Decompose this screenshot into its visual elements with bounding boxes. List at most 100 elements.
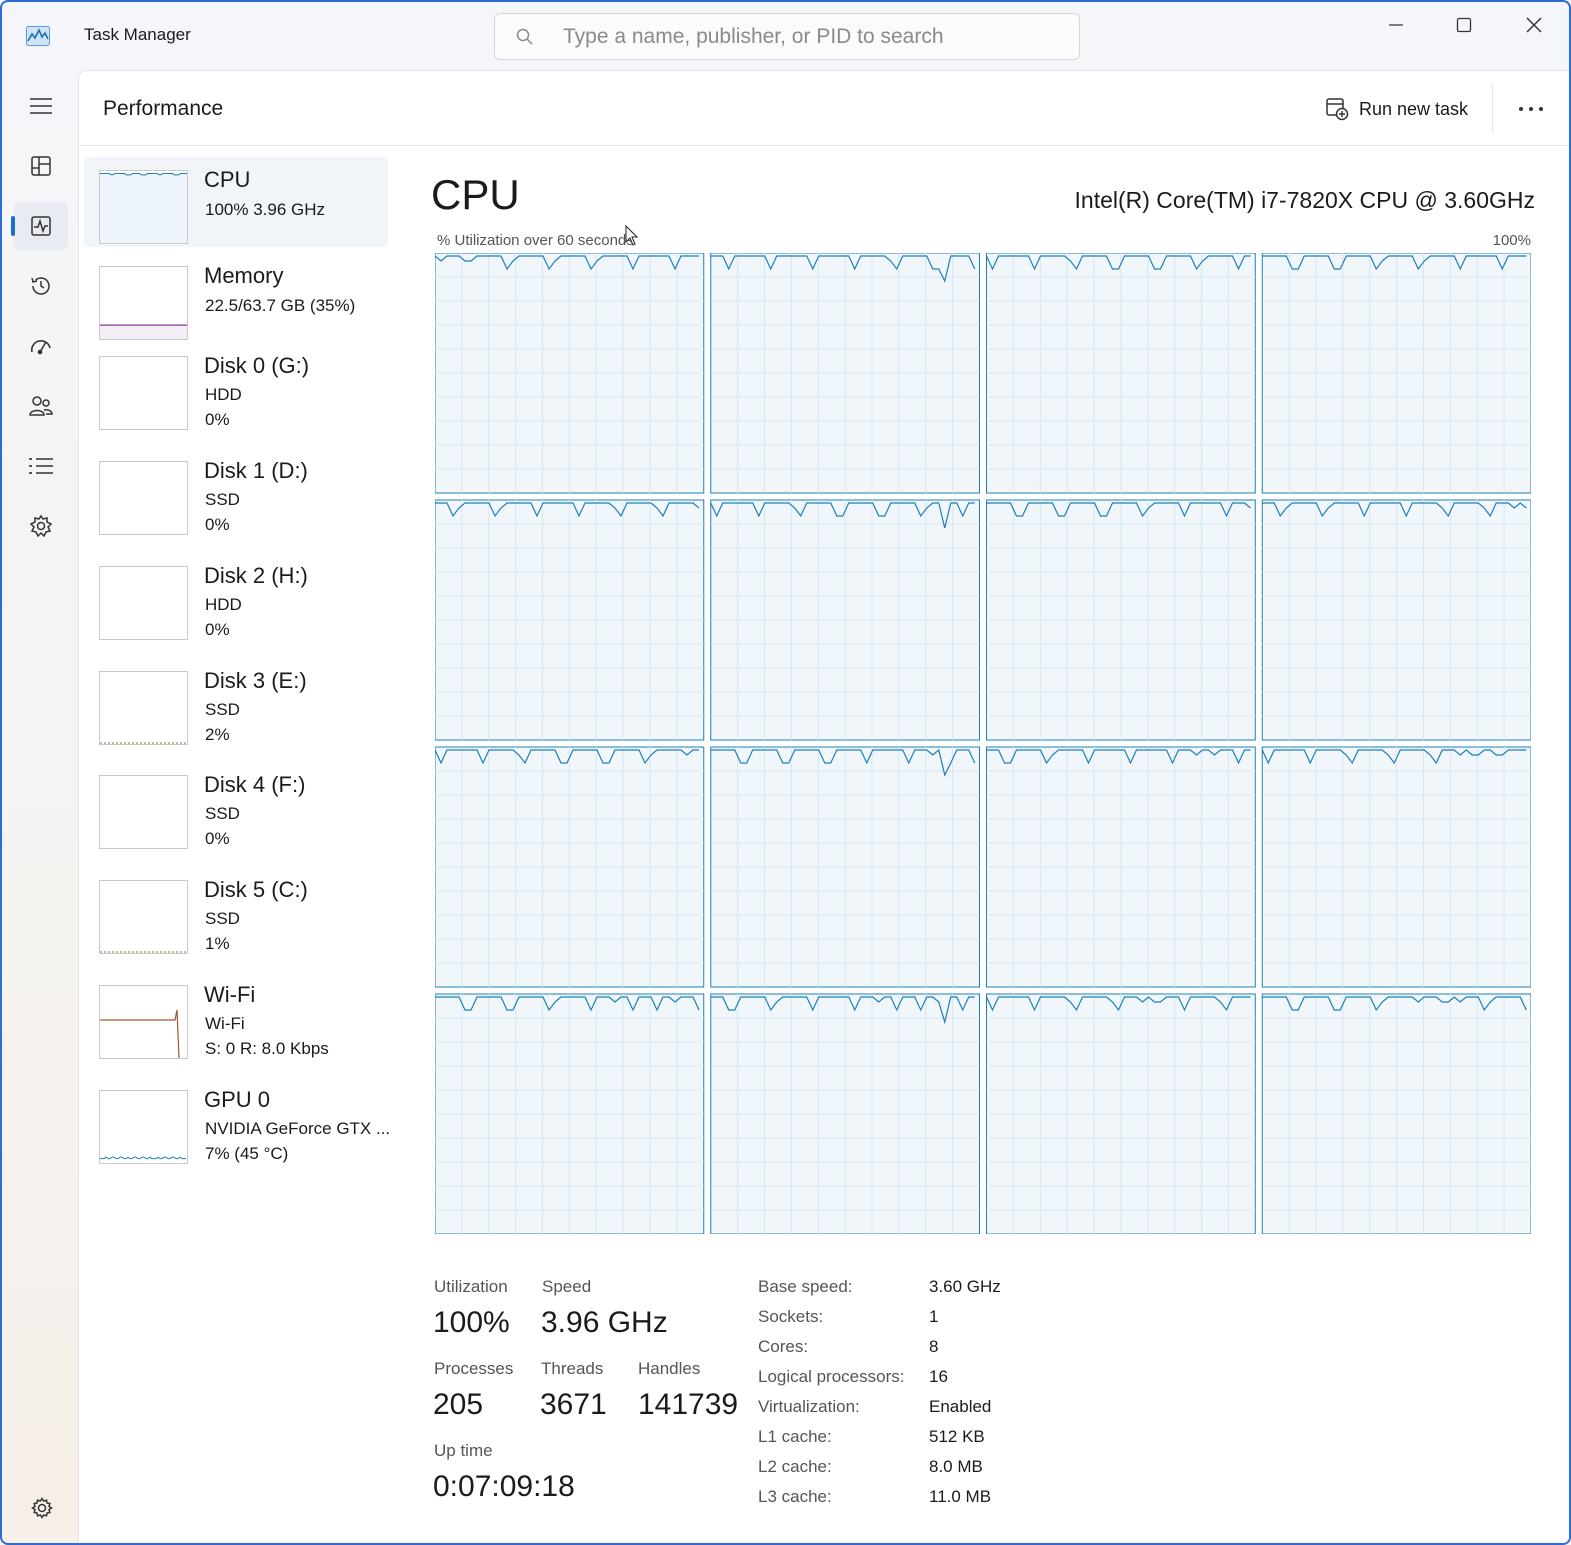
- search-input[interactable]: [563, 22, 1063, 52]
- logical-processor-graphs: [435, 253, 1531, 1234]
- spec-key: L1 cache:: [758, 1427, 832, 1446]
- resource-item[interactable]: Disk 2 (H:) HDD 0%: [84, 555, 388, 645]
- nav-performance[interactable]: [11, 202, 68, 250]
- services-icon: [29, 514, 53, 538]
- resource-item[interactable]: Disk 1 (D:) SSD 0%: [84, 450, 388, 540]
- resource-item[interactable]: Memory 22.5/63.7 GB (35%): [84, 253, 388, 343]
- resource-detail: HDD: [205, 385, 242, 404]
- maximize-button[interactable]: [1430, 2, 1498, 48]
- nav-users[interactable]: [14, 382, 68, 430]
- resource-detail: 22.5/63.7 GB (35%): [205, 296, 356, 315]
- spec-value: 8.0 MB: [929, 1457, 983, 1476]
- processes-label: Processes: [434, 1359, 514, 1378]
- logical-processor-graph: [986, 746, 1256, 988]
- gear-icon: [31, 1497, 53, 1519]
- resource-item[interactable]: CPU 100% 3.96 GHz: [84, 157, 388, 247]
- title-bar[interactable]: Task Manager: [2, 2, 1569, 70]
- logical-processor-graph: [435, 993, 705, 1234]
- minimize-icon: [1389, 24, 1403, 26]
- spec-value: 16: [929, 1367, 948, 1386]
- threads-label: Threads: [541, 1359, 604, 1378]
- resource-detail: Wi-Fi: [205, 1014, 245, 1033]
- run-new-task-button[interactable]: Run new task: [1325, 93, 1468, 125]
- resource-thumbnail-graph: [99, 671, 188, 745]
- resource-item[interactable]: Disk 3 (E:) SSD 2%: [84, 660, 388, 750]
- maximize-icon: [1456, 17, 1472, 33]
- handles-label: Handles: [638, 1359, 701, 1378]
- resource-thumbnail-graph: [99, 356, 188, 430]
- spec-key: Sockets:: [758, 1307, 824, 1326]
- threads-value: 3671: [540, 1388, 607, 1421]
- resource-item[interactable]: GPU 0 NVIDIA GeForce GTX ... 7% (45 °C): [84, 1079, 391, 1169]
- minimize-button[interactable]: [1362, 2, 1430, 48]
- resource-thumbnail-graph: [99, 985, 188, 1059]
- resource-detail: 100% 3.96 GHz: [205, 200, 326, 219]
- resource-detail: SSD: [205, 804, 240, 823]
- resource-detail: SSD: [205, 909, 240, 928]
- logical-processor-graph: [435, 253, 705, 494]
- logical-processor-graph: [710, 993, 980, 1234]
- run-new-task-icon: [1326, 98, 1349, 121]
- details-icon: [29, 458, 53, 474]
- resource-name: CPU: [204, 167, 251, 192]
- settings-button[interactable]: [22, 1488, 62, 1528]
- spec-key: Logical processors:: [758, 1367, 905, 1386]
- logical-processor-graph: [1261, 746, 1531, 988]
- speed-label: Speed: [542, 1277, 592, 1296]
- page-title: Performance: [103, 97, 224, 120]
- resource-item[interactable]: Disk 5 (C:) SSD 1%: [84, 869, 388, 959]
- performance-icon: [31, 216, 51, 236]
- logical-processor-graph: [710, 253, 980, 494]
- spec-value: 3.60 GHz: [929, 1277, 1001, 1296]
- logical-processor-graph: [710, 499, 980, 741]
- logical-processor-graph: [435, 746, 705, 988]
- resource-name: Disk 3 (E:): [204, 668, 307, 693]
- resource-item[interactable]: Disk 4 (F:) SSD 0%: [84, 764, 388, 854]
- nav-startup-apps[interactable]: [14, 322, 68, 370]
- nav-services[interactable]: [14, 502, 68, 550]
- resource-value: 0%: [205, 620, 230, 639]
- nav-processes[interactable]: [14, 142, 68, 190]
- resource-thumbnail-graph: [99, 266, 188, 340]
- logical-processor-graph: [1261, 253, 1531, 494]
- resource-thumbnail-graph: [99, 1090, 188, 1164]
- resource-detail: NVIDIA GeForce GTX ...: [205, 1119, 391, 1138]
- resource-name: Wi-Fi: [204, 982, 256, 1007]
- graph-caption: % Utilization over 60 seconds: [437, 232, 634, 249]
- resource-thumbnail-graph: [99, 566, 188, 640]
- hamburger-menu-icon: [30, 98, 52, 114]
- close-button[interactable]: [1500, 2, 1568, 48]
- spec-value: 11.0 MB: [929, 1487, 992, 1506]
- resource-item[interactable]: Wi-Fi Wi-Fi S: 0 R: 8.0 Kbps: [84, 974, 388, 1064]
- processes-value: 205: [433, 1388, 484, 1421]
- more-options-icon: [1519, 107, 1543, 111]
- spec-value: 1: [929, 1307, 939, 1326]
- resource-name: GPU 0: [204, 1087, 271, 1112]
- spec-key: L3 cache:: [758, 1487, 832, 1506]
- resource-name: Memory: [204, 263, 284, 288]
- resource-name: Disk 0 (G:): [204, 353, 310, 378]
- close-icon: [1526, 17, 1542, 33]
- search-box[interactable]: [494, 13, 1080, 60]
- more-options-button[interactable]: [1511, 93, 1551, 125]
- resource-value: 0%: [205, 515, 230, 534]
- spec-key: L2 cache:: [758, 1457, 832, 1476]
- resource-item[interactable]: Disk 0 (G:) HDD 0%: [84, 345, 388, 435]
- nav-details[interactable]: [14, 442, 68, 490]
- uptime-value: 0:07:09:18: [433, 1470, 575, 1503]
- navigation-rail: [2, 70, 78, 1543]
- main-panel: Performance Run new task CPU 100% 3.96 GH…: [78, 70, 1569, 1543]
- logical-processor-graph: [986, 499, 1256, 741]
- active-indicator: [11, 216, 15, 236]
- nav-app-history[interactable]: [14, 262, 68, 310]
- resource-thumbnail-graph: [99, 170, 188, 244]
- handles-value: 141739: [638, 1388, 739, 1421]
- utilization-label: Utilization: [434, 1277, 508, 1296]
- spec-key: Virtualization:: [758, 1397, 860, 1416]
- speed-value: 3.96 GHz: [541, 1306, 668, 1339]
- resource-name: Disk 4 (F:): [204, 772, 306, 797]
- resource-value: 7% (45 °C): [205, 1144, 289, 1163]
- hamburger-menu-button[interactable]: [14, 82, 68, 130]
- logical-processor-graph: [1261, 993, 1531, 1234]
- task-manager-window: Task Manager Type a name, publisher, or …: [0, 0, 1571, 1545]
